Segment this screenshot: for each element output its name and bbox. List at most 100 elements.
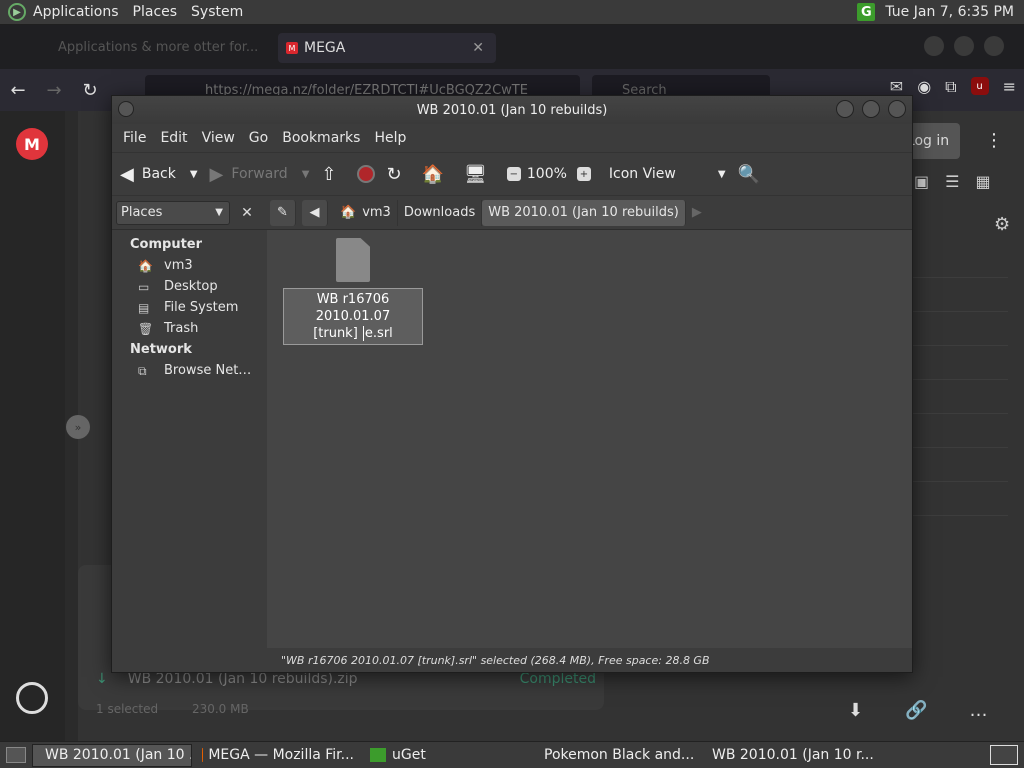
sidebar-item-label: Trash (164, 321, 199, 336)
table-row[interactable] (912, 346, 1008, 380)
download-selection: 1 selected 230.0 MB (96, 702, 249, 716)
view-mode-select[interactable]: Icon View ▼ (609, 166, 726, 182)
kebab-menu-icon[interactable]: ⋮ (985, 130, 1003, 151)
menu-help[interactable]: Help (367, 130, 413, 146)
window-menu-icon[interactable] (118, 101, 134, 117)
firefox-tab-mega[interactable]: M MEGA ✕ (278, 33, 496, 63)
file-icon (336, 238, 370, 282)
close-tab-icon[interactable]: ✕ (472, 40, 484, 56)
mega-logo-icon[interactable]: M (16, 128, 48, 160)
path-scroll-right-icon[interactable]: ▶ (686, 200, 708, 226)
breadcrumb-current[interactable]: WB 2010.01 (Jan 10 rebuilds) (482, 199, 686, 226)
window-titlebar[interactable]: WB 2010.01 (Jan 10 rebuilds) (112, 96, 912, 124)
file-item[interactable]: WB r16706 2010.01.07 [trunk] e.srl (283, 238, 423, 345)
firefox-tab-1[interactable]: Applications & more otter for... (50, 32, 270, 62)
menu-go[interactable]: Go (242, 130, 275, 146)
forward-label: Forward (231, 166, 288, 182)
file-rename-field[interactable]: WB r16706 2010.01.07 [trunk] e.srl (283, 288, 423, 345)
reload-button[interactable]: ↻ (387, 164, 410, 185)
clock[interactable]: Tue Jan 7, 6:35 PM (885, 4, 1024, 20)
search-button[interactable]: 🔍 (738, 164, 768, 185)
show-desktop-icon[interactable] (6, 747, 26, 763)
table-row[interactable] (912, 244, 1008, 278)
account-icon[interactable]: ◉ (917, 77, 931, 97)
menu-edit[interactable]: Edit (153, 130, 194, 146)
maximize-icon[interactable] (862, 100, 880, 118)
table-row[interactable] (912, 448, 1008, 482)
sidebar-pane-select[interactable]: Places ▼ (116, 200, 230, 225)
places-menu[interactable]: Places (126, 4, 185, 20)
table-row[interactable] (912, 312, 1008, 346)
minimize-icon[interactable] (924, 36, 944, 56)
table-row[interactable] (912, 414, 1008, 448)
table-row[interactable] (912, 482, 1008, 516)
edit-location-icon[interactable]: ✎ (270, 199, 296, 226)
applications-menu[interactable]: Applications (26, 4, 126, 20)
sidebar-item-file-system[interactable]: ▤ File System (112, 297, 267, 318)
system-menu[interactable]: System (184, 4, 250, 20)
stop-button[interactable] (356, 165, 375, 183)
forward-button[interactable]: ▶ Forward ▼ (210, 164, 310, 185)
gear-icon[interactable]: ⚙ (994, 214, 1010, 235)
computer-button[interactable]: 🖥 (464, 164, 495, 185)
download-status: Completed (519, 671, 596, 687)
zoom-in-icon[interactable]: + (576, 167, 591, 181)
file-view[interactable]: WB r16706 2010.01.07 [trunk] e.srl (267, 230, 912, 648)
sidebar-item-trash[interactable]: 🗑 Trash (112, 318, 267, 339)
back-arrow-icon[interactable]: ← (0, 80, 36, 101)
breadcrumb-vm3-label: vm3 (362, 205, 391, 220)
close-window-icon[interactable] (984, 36, 1004, 56)
sidebar-item-vm3[interactable]: 🏠 vm3 (112, 255, 267, 276)
ublock-icon[interactable]: u (970, 77, 989, 95)
taskbar-item-uget[interactable]: uGet (364, 744, 528, 767)
forward-history-caret-icon[interactable]: ▼ (302, 169, 310, 180)
close-sidebar-icon[interactable]: ✕ (236, 202, 258, 224)
table-row[interactable] (912, 278, 1008, 312)
breadcrumb-downloads[interactable]: Downloads (398, 199, 483, 226)
thumbnail-icon[interactable]: ▣ (914, 172, 929, 191)
uget-tray-icon[interactable]: G (857, 3, 876, 21)
extensions-icon[interactable]: ⧉ (945, 77, 956, 97)
zoom-control[interactable]: −100% + (506, 166, 597, 182)
path-scroll-left-icon[interactable]: ◀ (302, 199, 328, 226)
menu-view[interactable]: View (195, 130, 242, 146)
taskbar-item-pokemon[interactable]: Pokemon Black and... (532, 744, 696, 767)
breadcrumb-current-label: WB 2010.01 (Jan 10 rebuilds) (488, 205, 679, 220)
sidebar-item-browse-network[interactable]: ⧉ Browse Net… (112, 360, 267, 381)
sidebar-item-label: vm3 (164, 258, 193, 273)
more-icon[interactable]: … (970, 700, 988, 721)
expand-panel-icon[interactable]: » (66, 415, 90, 439)
view-mode-label: Icon View (608, 166, 676, 182)
back-history-caret-icon[interactable]: ▼ (190, 169, 198, 180)
back-button[interactable]: ◀ Back ▼ (120, 164, 198, 185)
workspace-switcher-icon[interactable] (990, 745, 1018, 765)
hamburger-menu-icon[interactable]: ≡ (1003, 77, 1016, 97)
menu-file[interactable]: File (116, 130, 153, 146)
link-icon[interactable]: 🔗 (905, 700, 927, 721)
home-button[interactable]: 🏠 (422, 164, 452, 185)
reload-icon[interactable]: ↻ (72, 80, 108, 101)
sidebar-item-desktop[interactable]: ▭ Desktop (112, 276, 267, 297)
menu-bookmarks[interactable]: Bookmarks (275, 130, 367, 146)
sync-icon[interactable] (16, 682, 48, 714)
taskbar-item-wb[interactable]: WB 2010.01 (Jan 10 r... (700, 744, 876, 767)
table-row[interactable] (912, 380, 1008, 414)
close-icon[interactable] (888, 100, 906, 118)
desktop-folder-icon: ▭ (138, 279, 150, 294)
breadcrumb-vm3[interactable]: 🏠 vm3 (334, 199, 398, 226)
taskbar-item-file-manager[interactable]: WB 2010.01 (Jan 10 ... (32, 743, 192, 767)
applications-logo-icon[interactable]: ▶ (8, 3, 26, 21)
download-icon[interactable]: ⬇ (848, 700, 863, 721)
pocket-icon[interactable]: ✉ (890, 77, 903, 97)
zoom-out-icon[interactable]: − (506, 167, 521, 181)
list-view-icon[interactable]: ☰ (945, 172, 959, 191)
taskbar-label: uGet (392, 747, 426, 763)
maximize-icon[interactable] (954, 36, 974, 56)
mega-favicon-icon: M (286, 42, 298, 54)
taskbar-item-firefox[interactable]: MEGA — Mozilla Fir... (196, 744, 360, 767)
window-title: WB 2010.01 (Jan 10 rebuilds) (416, 102, 608, 118)
up-button[interactable]: ⇧ (321, 164, 344, 185)
minimize-icon[interactable] (836, 100, 854, 118)
grid-view-icon[interactable]: ▦ (975, 172, 990, 191)
forward-arrow-icon[interactable]: → (36, 80, 72, 101)
